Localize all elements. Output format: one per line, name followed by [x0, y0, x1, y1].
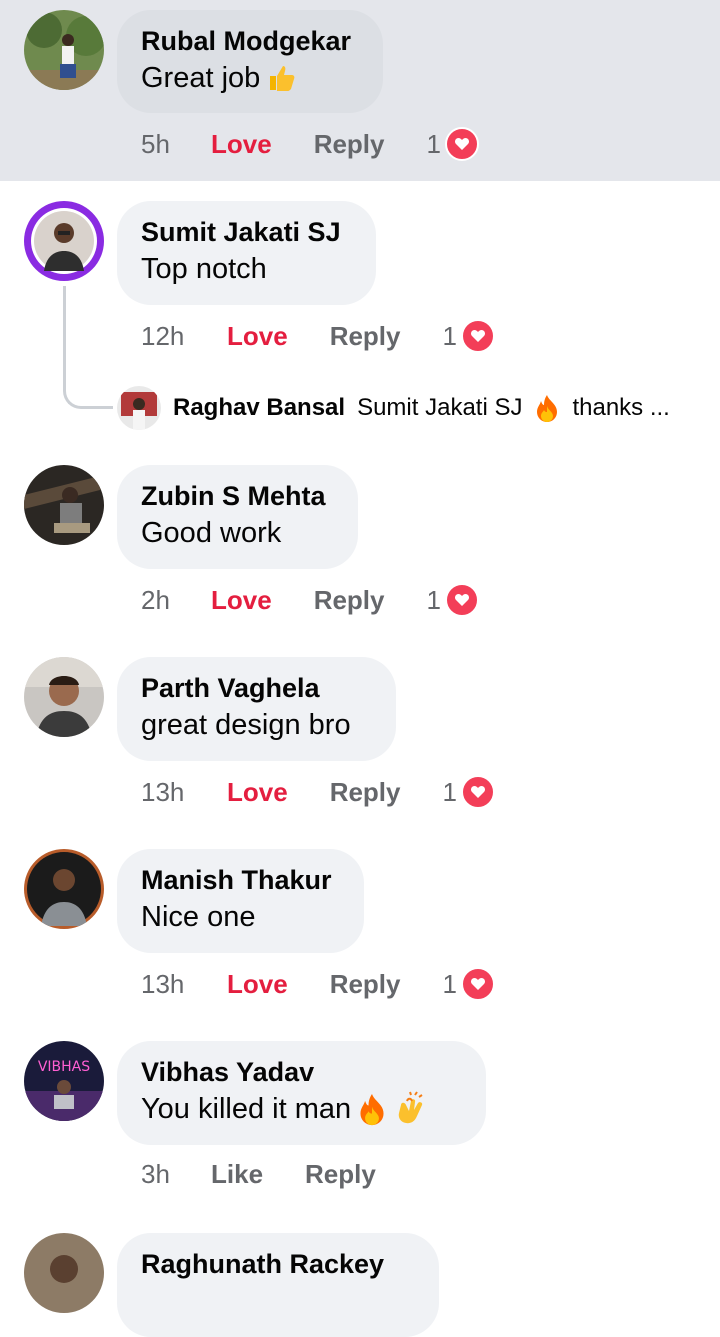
reply-button[interactable]: Reply: [314, 129, 385, 160]
comment-author[interactable]: Raghunath Rackey: [141, 1247, 415, 1281]
timestamp: 2h: [141, 584, 170, 615]
thumbs-up-icon: [270, 66, 295, 91]
avatar[interactable]: [24, 201, 104, 281]
reply-author: Raghav Bansal: [173, 394, 346, 421]
love-button[interactable]: Love: [211, 585, 272, 616]
reply-button[interactable]: Reply: [314, 585, 385, 616]
reaction-count[interactable]: 1: [443, 775, 495, 809]
timestamp: 13h: [141, 968, 185, 999]
reply-text-mention: Sumit Jakati SJ: [357, 394, 523, 421]
comment-bubble: Parth Vaghela great design bro: [117, 657, 396, 761]
reaction-count[interactable]: 1: [427, 127, 479, 161]
avatar-neon-text: VIBHAS: [38, 1059, 90, 1075]
avatar[interactable]: [24, 657, 104, 737]
heart-icon: [460, 775, 495, 809]
comment-author[interactable]: Zubin S Mehta: [141, 479, 334, 513]
love-button[interactable]: Love: [211, 129, 272, 160]
comment-bubble: Rubal Modgekar Great job: [117, 10, 383, 113]
timestamp: 13h: [141, 776, 185, 807]
fire-icon: [537, 395, 558, 422]
reaction-count[interactable]: 1: [443, 319, 495, 353]
comment-text: great design bro: [141, 709, 351, 741]
comment-actions: 3h Like Reply: [141, 1159, 418, 1190]
avatar[interactable]: [24, 1233, 104, 1313]
comment-text: You killed it man: [141, 1089, 462, 1129]
comment-bubble: Vibhas Yadav You killed it man: [117, 1041, 486, 1145]
clapping-hands-icon: [398, 1091, 423, 1124]
avatar[interactable]: VIBHAS: [24, 1041, 104, 1121]
comment-bubble: Sumit Jakati SJ Top notch: [117, 201, 376, 305]
reply-button[interactable]: Reply: [330, 321, 401, 352]
comment-bubble: Raghunath Rackey: [117, 1233, 439, 1337]
comment-bubble: Manish Thakur Nice one: [117, 849, 364, 953]
timestamp: 12h: [141, 320, 185, 351]
heart-icon: [444, 583, 479, 617]
comment-actions: 2h Love Reply 1: [141, 583, 479, 617]
comment-author[interactable]: Vibhas Yadav: [141, 1055, 462, 1089]
comment-author[interactable]: Parth Vaghela: [141, 671, 372, 705]
reaction-count[interactable]: 1: [443, 967, 495, 1001]
reply-button[interactable]: Reply: [330, 777, 401, 808]
love-button[interactable]: Love: [227, 969, 288, 1000]
comment-actions: 12h Love Reply 1: [141, 319, 495, 353]
avatar[interactable]: [24, 849, 104, 929]
reaction-count[interactable]: 1: [427, 583, 479, 617]
reply-button[interactable]: Reply: [330, 969, 401, 1000]
comment-actions: 5h Love Reply 1: [141, 127, 479, 161]
timestamp: 3h: [141, 1159, 170, 1189]
comment-author[interactable]: Sumit Jakati SJ: [141, 215, 352, 249]
comment-text: Good work: [141, 517, 282, 549]
comment-text: Great job: [141, 58, 359, 98]
avatar[interactable]: [24, 465, 104, 545]
reply-thread-line: [63, 286, 113, 409]
avatar: [117, 386, 161, 430]
comment-actions: 13h Love Reply 1: [141, 967, 495, 1001]
like-button[interactable]: Like: [211, 1159, 263, 1190]
heart-icon: [460, 967, 495, 1001]
comment-actions: 13h Love Reply 1: [141, 775, 495, 809]
timestamp: 5h: [141, 128, 170, 159]
heart-icon: [460, 319, 495, 353]
comment-text: Top notch: [141, 253, 267, 285]
reply-button[interactable]: Reply: [305, 1159, 376, 1190]
love-button[interactable]: Love: [227, 321, 288, 352]
comment-author[interactable]: Manish Thakur: [141, 863, 340, 897]
comment-author[interactable]: Rubal Modgekar: [141, 24, 359, 58]
heart-icon: [444, 127, 479, 161]
love-button[interactable]: Love: [227, 777, 288, 808]
reply-text: thanks ...: [572, 394, 670, 421]
fire-icon: [360, 1094, 384, 1126]
avatar[interactable]: [24, 10, 104, 90]
comment-bubble: Zubin S Mehta Good work: [117, 465, 358, 569]
comment-text: Nice one: [141, 901, 256, 933]
reply-preview[interactable]: Raghav Bansal Sumit Jakati SJ thanks ...: [117, 386, 670, 430]
